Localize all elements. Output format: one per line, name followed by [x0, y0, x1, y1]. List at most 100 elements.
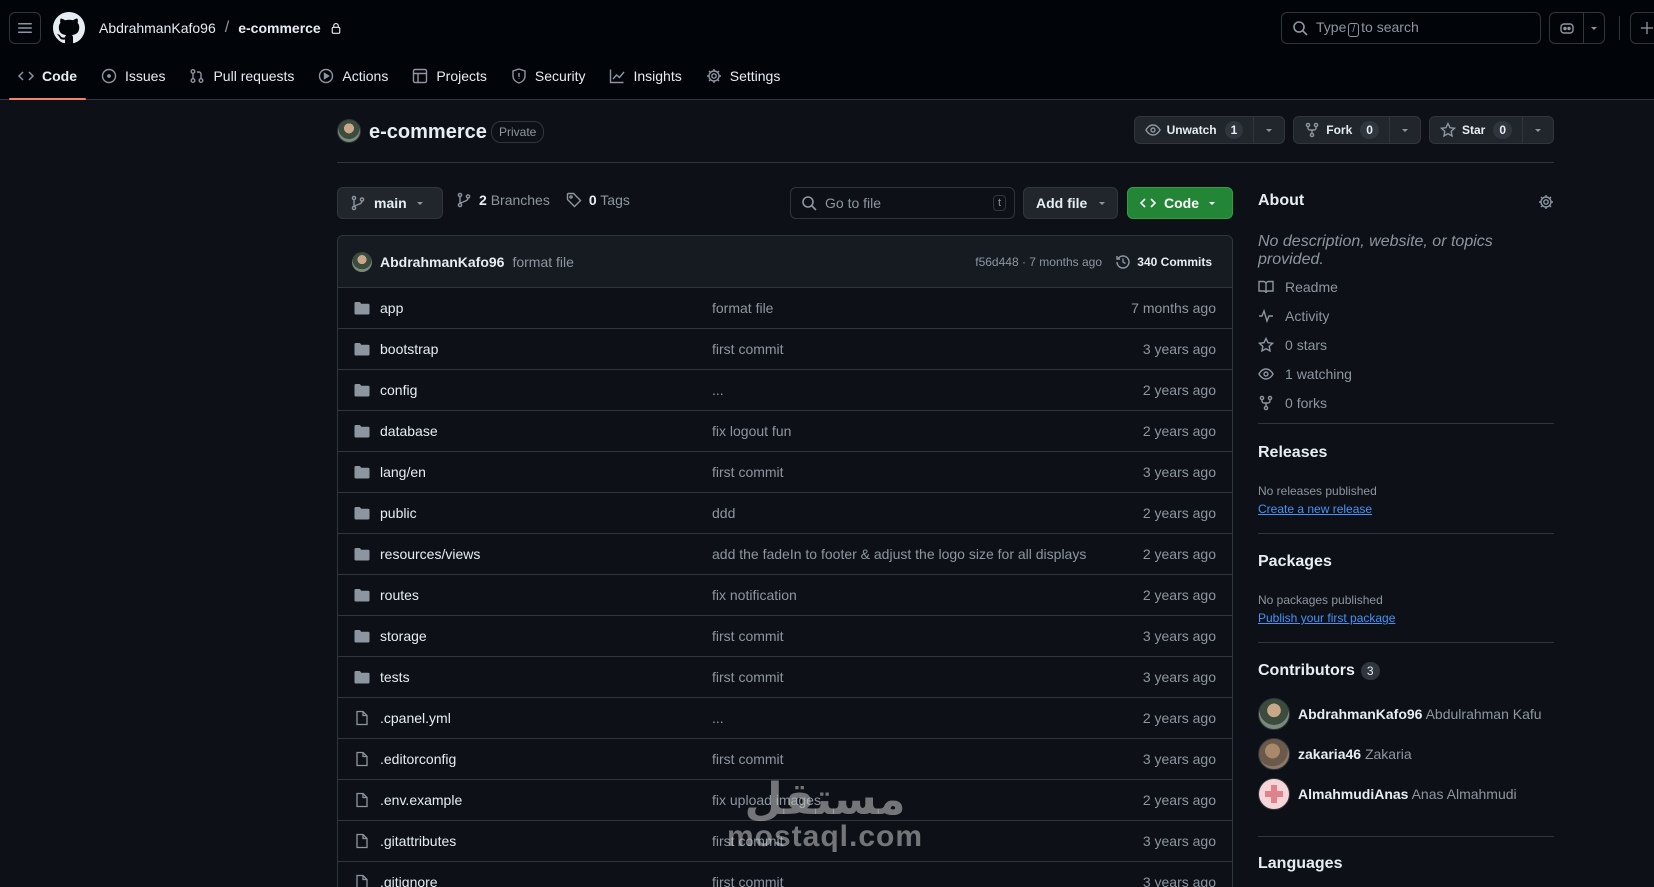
tab-insights[interactable]: Insights: [600, 60, 690, 92]
chevron-down-icon[interactable]: [1523, 117, 1553, 143]
tab-actions[interactable]: Actions: [309, 60, 397, 92]
commit-message[interactable]: format file: [512, 254, 573, 270]
unwatch-button[interactable]: Unwatch 1: [1133, 116, 1286, 144]
avatar[interactable]: [1258, 778, 1290, 810]
file-name-link[interactable]: public: [380, 505, 417, 521]
file-name-link[interactable]: routes: [380, 587, 419, 603]
file-commit-message[interactable]: first commit: [712, 341, 784, 357]
star-button[interactable]: Star 0: [1428, 116, 1554, 144]
file-commit-message[interactable]: format file: [712, 300, 773, 316]
file-name-link[interactable]: lang/en: [380, 464, 426, 480]
avatar[interactable]: [1258, 738, 1290, 770]
tab-pull-requests[interactable]: Pull requests: [180, 60, 303, 92]
file-commit-message[interactable]: add the fadeIn to footer & adjust the lo…: [712, 546, 1086, 562]
file-name-link[interactable]: resources/views: [380, 546, 480, 562]
add-file-button[interactable]: Add file: [1023, 187, 1118, 219]
watching-link[interactable]: 1 watching: [1258, 359, 1352, 388]
file-row[interactable]: .editorconfig first commit 3 years ago: [338, 739, 1232, 780]
file-commit-message[interactable]: first commit: [712, 669, 784, 685]
file-row[interactable]: .gitattributes first commit 3 years ago: [338, 821, 1232, 862]
owner-avatar[interactable]: [337, 119, 361, 143]
file-name-link[interactable]: .gitattributes: [380, 833, 456, 849]
file-row[interactable]: storage first commit 3 years ago: [338, 616, 1232, 657]
file-row[interactable]: resources/views add the fadeIn to footer …: [338, 534, 1232, 575]
file-row[interactable]: .env.example fix upload images 2 years ago: [338, 780, 1232, 821]
tab-code[interactable]: Code: [9, 60, 86, 100]
copilot-icon[interactable]: [1550, 13, 1584, 43]
avatar[interactable]: [1258, 698, 1290, 730]
file-row[interactable]: lang/en first commit 3 years ago: [338, 452, 1232, 493]
stars-link[interactable]: 0 stars: [1258, 330, 1352, 359]
fork-button[interactable]: Fork 0: [1293, 116, 1421, 144]
contributor-item[interactable]: zakaria46 Zakaria: [1258, 738, 1412, 770]
file-commit-message[interactable]: first commit: [712, 751, 784, 767]
file-row[interactable]: .cpanel.yml... 2 years ago: [338, 698, 1232, 739]
file-name-link[interactable]: database: [380, 423, 438, 439]
commit-author[interactable]: AbdrahmanKafo96: [380, 254, 504, 270]
copilot-button[interactable]: [1549, 12, 1605, 44]
file-name-link[interactable]: .editorconfig: [380, 751, 456, 767]
file-commit-message[interactable]: first commit: [712, 874, 784, 887]
contributor-item[interactable]: AbdrahmanKafo96 Abdulrahman Kafu: [1258, 698, 1542, 730]
tags-link[interactable]: 0 Tags: [566, 192, 630, 208]
breadcrumb-owner[interactable]: AbdrahmanKafo96: [99, 17, 216, 39]
repo-title[interactable]: e-commerce: [369, 118, 487, 146]
chevron-down-icon[interactable]: [1584, 23, 1604, 33]
fork-main[interactable]: Fork 0: [1294, 117, 1390, 143]
file-name-link[interactable]: bootstrap: [380, 341, 438, 357]
file-row[interactable]: app format file 7 months ago: [338, 288, 1232, 329]
publish-package-link[interactable]: Publish your first package: [1258, 611, 1395, 625]
file-name-link[interactable]: .gitignore: [380, 874, 438, 887]
file-row[interactable]: database fix logout fun 2 years ago: [338, 411, 1232, 452]
contributor-item[interactable]: AlmahmudiAnas Anas Almahmudi: [1258, 778, 1517, 810]
file-commit-message[interactable]: first commit: [712, 628, 784, 644]
global-search-input[interactable]: Type / to search: [1281, 12, 1541, 44]
code-button[interactable]: Code: [1127, 187, 1233, 219]
file-row[interactable]: tests first commit 3 years ago: [338, 657, 1232, 698]
file-commit-message[interactable]: ...: [712, 382, 724, 398]
contributor-login[interactable]: zakaria46: [1298, 746, 1361, 762]
file-name-link[interactable]: tests: [380, 669, 410, 685]
branch-selector[interactable]: main: [337, 187, 443, 219]
go-to-file-input[interactable]: Go to file t: [790, 187, 1015, 219]
file-name-link[interactable]: config: [380, 382, 417, 398]
file-commit-message[interactable]: ddd: [712, 505, 735, 521]
create-release-link[interactable]: Create a new release: [1258, 502, 1372, 516]
file-commit-message[interactable]: ...: [712, 710, 724, 726]
unwatch-main[interactable]: Unwatch 1: [1135, 117, 1255, 143]
star-main[interactable]: Star 0: [1430, 117, 1523, 143]
contributor-login[interactable]: AlmahmudiAnas: [1298, 786, 1408, 802]
gear-icon[interactable]: [1538, 194, 1554, 210]
file-row[interactable]: .gitignore first commit 3 years ago: [338, 862, 1232, 887]
file-commit-message[interactable]: first commit: [712, 833, 784, 849]
file-row[interactable]: routes fix notification 2 years ago: [338, 575, 1232, 616]
tab-settings[interactable]: Settings: [697, 60, 790, 92]
releases-heading[interactable]: Releases: [1258, 444, 1327, 462]
readme-link[interactable]: Readme: [1258, 272, 1352, 301]
file-commit-message[interactable]: fix upload images: [712, 792, 821, 808]
commits-link[interactable]: 340 Commits: [1115, 254, 1212, 270]
file-name-link[interactable]: .cpanel.yml: [380, 710, 451, 726]
forks-link[interactable]: 0 forks: [1258, 388, 1352, 417]
breadcrumb-repo[interactable]: e-commerce: [238, 17, 321, 39]
chevron-down-icon[interactable]: [1254, 117, 1284, 143]
tab-issues[interactable]: Issues: [92, 60, 174, 92]
activity-link[interactable]: Activity: [1258, 301, 1352, 330]
file-row[interactable]: public ddd 2 years ago: [338, 493, 1232, 534]
file-name-link[interactable]: storage: [380, 628, 427, 644]
avatar[interactable]: [352, 251, 372, 272]
create-new-button[interactable]: [1630, 12, 1654, 44]
packages-heading[interactable]: Packages: [1258, 553, 1332, 571]
file-row[interactable]: config... 2 years ago: [338, 370, 1232, 411]
contributor-login[interactable]: AbdrahmanKafo96: [1298, 706, 1422, 722]
file-commit-message[interactable]: fix logout fun: [712, 423, 791, 439]
menu-button[interactable]: [9, 12, 41, 44]
commit-sha-age[interactable]: f56d448 · 7 months ago: [975, 255, 1102, 269]
file-row[interactable]: bootstrap first commit 3 years ago: [338, 329, 1232, 370]
github-logo-icon[interactable]: [53, 12, 85, 44]
tab-security[interactable]: Security: [502, 60, 595, 92]
chevron-down-icon[interactable]: [1390, 117, 1420, 143]
contributors-heading[interactable]: Contributors 3: [1258, 662, 1380, 680]
file-name-link[interactable]: app: [380, 300, 403, 316]
branches-link[interactable]: 2 Branches: [456, 192, 550, 208]
